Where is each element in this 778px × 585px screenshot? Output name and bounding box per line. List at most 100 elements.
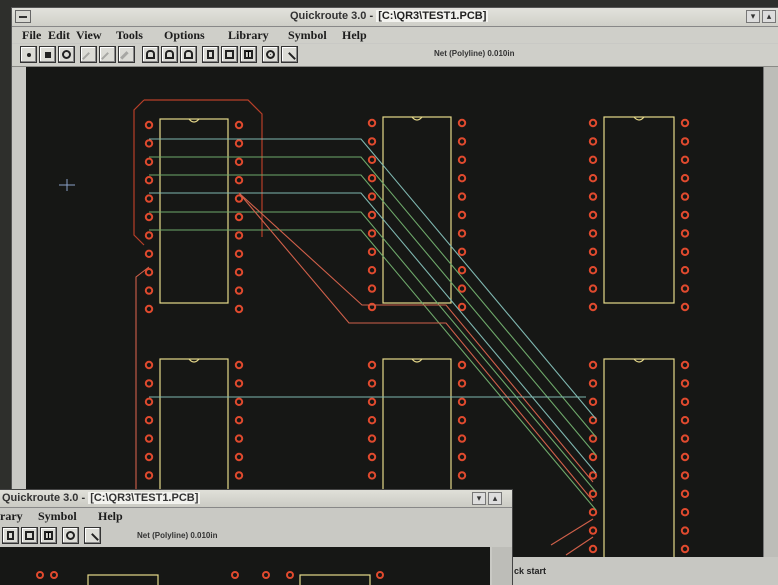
second-maximize-button[interactable]: ▴ (488, 492, 502, 505)
title-bar[interactable]: Quickroute 3.0 - [C:\QR3\TEST1.PCB] ▾ ▴ (12, 8, 778, 27)
pad (234, 157, 244, 167)
component-icon (146, 50, 155, 59)
second-menu-help[interactable]: Help (98, 509, 123, 524)
symbol-tool-button[interactable] (202, 46, 219, 63)
vertical-scrollbar[interactable] (763, 67, 778, 557)
trace (238, 192, 594, 502)
pad (144, 268, 154, 277)
pad (234, 360, 244, 370)
second-title-bar[interactable]: Quickroute 3.0 - [C:\QR3\TEST1.PCB] ▾ ▴ (0, 490, 512, 508)
pad (680, 174, 690, 183)
route-tool-button[interactable] (281, 46, 298, 65)
rectangle-icon (225, 50, 234, 59)
menu-file[interactable]: File (22, 28, 41, 43)
board-outline (133, 99, 263, 246)
pad (680, 155, 690, 165)
trace (565, 536, 594, 556)
pad (144, 157, 154, 167)
pad (457, 416, 467, 425)
trace (238, 192, 594, 483)
menu-edit[interactable]: Edit (48, 28, 70, 43)
second-vertical-scrollbar[interactable] (492, 547, 512, 585)
target-tool-button[interactable] (262, 46, 279, 63)
second-route-button[interactable] (84, 527, 101, 546)
rectangle-tool-button[interactable] (221, 46, 238, 63)
target-icon (66, 531, 75, 540)
pad (588, 526, 598, 535)
pad (588, 302, 598, 312)
menu-tools[interactable]: Tools (116, 28, 143, 43)
pad-tool-button[interactable] (39, 46, 56, 63)
line-tool-button[interactable] (80, 46, 97, 65)
pad (144, 120, 154, 130)
pad (680, 452, 690, 462)
trace (149, 174, 597, 456)
pad (234, 397, 244, 406)
system-menu-icon[interactable] (15, 10, 31, 23)
pad (680, 360, 690, 370)
pad (680, 192, 690, 201)
round-pad-icon (62, 50, 71, 59)
pad (367, 379, 377, 388)
pcb-canvas[interactable] (26, 67, 778, 557)
pad (457, 192, 467, 201)
second-menu-library[interactable]: rary (0, 509, 23, 524)
round-pad-tool-button[interactable] (58, 46, 75, 63)
pad (457, 247, 467, 257)
dil-tool-button[interactable] (180, 46, 197, 63)
maximize-button[interactable]: ▴ (762, 10, 776, 23)
pad (367, 247, 377, 257)
menu-library[interactable]: Library (228, 28, 269, 43)
pad (50, 571, 58, 579)
ic-outline (603, 358, 675, 557)
title-path: [C:\QR3\TEST1.PCB] (376, 10, 489, 22)
pad (457, 397, 467, 406)
dil-icon (184, 50, 193, 59)
pad (367, 397, 377, 406)
text-tool-button[interactable]: T (240, 46, 257, 63)
track-tool-button[interactable] (118, 46, 135, 64)
pad (144, 176, 154, 185)
pad (457, 118, 467, 128)
toolbar: T Net (Polyline) 0.010in (12, 44, 778, 67)
menu-options[interactable]: Options (164, 28, 205, 43)
text-t-icon: T (244, 50, 253, 59)
trace (149, 192, 597, 474)
pad (144, 452, 154, 462)
pad (588, 247, 598, 257)
second-rectangle-button[interactable] (21, 527, 38, 544)
component-tool-button[interactable] (142, 46, 159, 63)
pad (234, 452, 244, 462)
menu-view[interactable]: View (76, 28, 102, 43)
pad (286, 571, 294, 579)
window-title: Quickroute 3.0 - [C:\QR3\TEST1.PCB] (290, 10, 489, 22)
pad (680, 210, 690, 220)
second-text-button[interactable]: T (40, 527, 57, 544)
minimize-button[interactable]: ▾ (746, 10, 760, 23)
pad (367, 266, 377, 275)
start-button[interactable]: ck start (514, 566, 546, 576)
pencil-icon (283, 52, 296, 65)
pad (144, 379, 154, 388)
second-minimize-button[interactable]: ▾ (472, 492, 486, 505)
track-icon (120, 51, 133, 64)
pointer-tool-button[interactable] (20, 46, 37, 63)
pencil-icon (86, 533, 99, 546)
pad (457, 302, 467, 312)
menu-symbol[interactable]: Symbol (288, 28, 327, 43)
pad (680, 416, 690, 425)
pad (588, 137, 598, 146)
menu-help[interactable]: Help (342, 28, 367, 43)
smd-tool-button[interactable] (161, 46, 178, 63)
second-chip-button[interactable] (2, 527, 19, 544)
pad (234, 176, 244, 185)
second-pcb-canvas[interactable] (0, 547, 490, 585)
second-menu-symbol[interactable]: Symbol (38, 509, 77, 524)
pad (680, 229, 690, 238)
second-target-button[interactable] (62, 527, 79, 544)
pad (457, 174, 467, 183)
pad (367, 416, 377, 425)
pad (367, 284, 377, 293)
polyline-tool-button[interactable] (99, 46, 116, 65)
dot-icon (27, 53, 31, 57)
